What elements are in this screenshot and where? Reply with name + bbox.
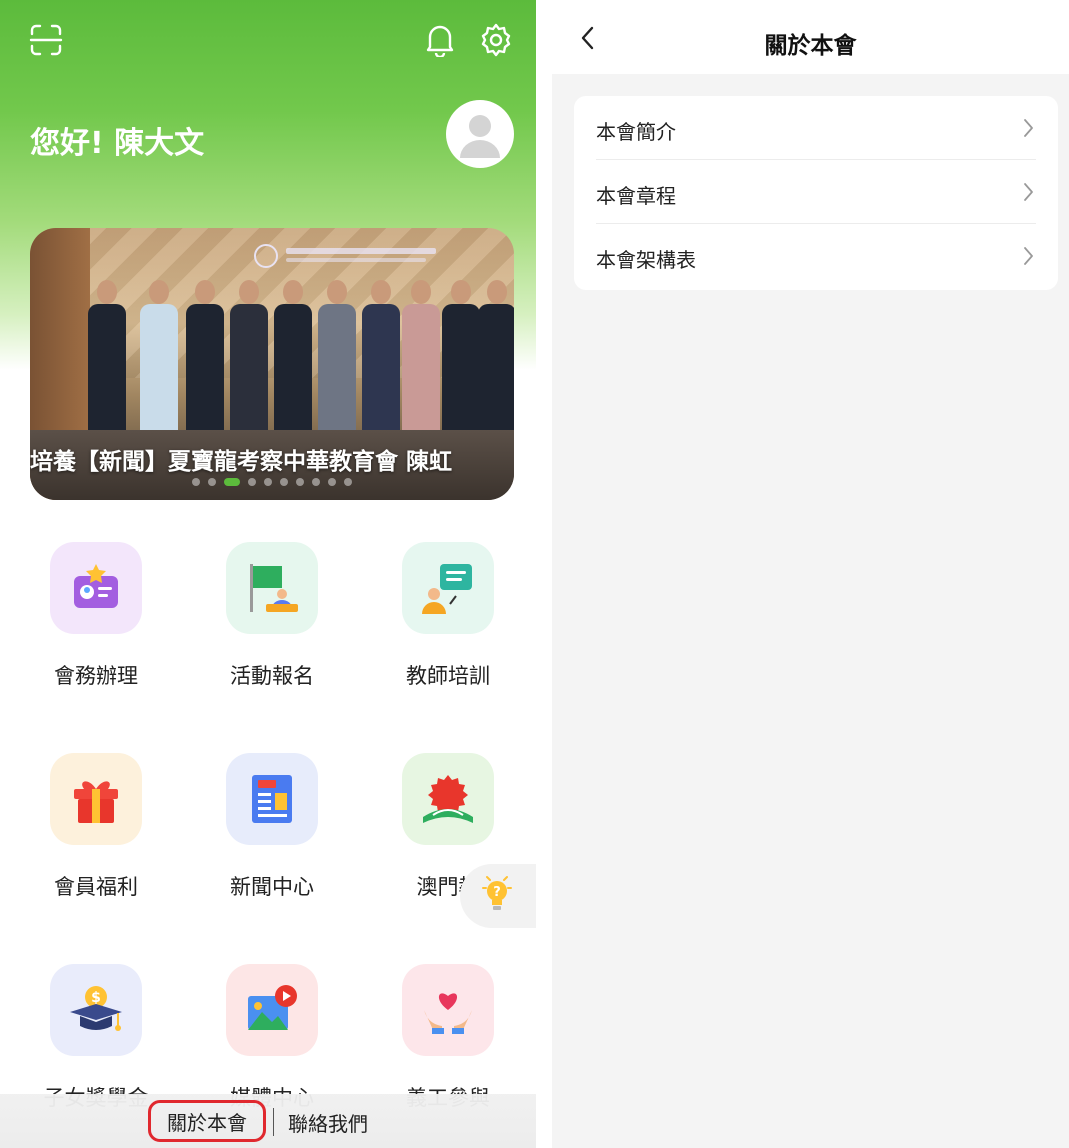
tile-label: 會員福利 — [54, 875, 138, 899]
tile-member-benefits[interactable]: 會員福利 — [26, 753, 166, 913]
volunteer-icon — [402, 964, 494, 1056]
gift-icon — [50, 753, 142, 845]
member-card-icon — [50, 542, 142, 634]
carousel-dot[interactable] — [264, 478, 272, 486]
banner-caption: 培養【新聞】夏寶龍考察中華教育會 陳虹 — [30, 449, 453, 475]
menu-item-label: 本會架構表 — [596, 248, 696, 272]
banner-logo-icon — [252, 242, 452, 270]
carousel-dot[interactable] — [280, 478, 288, 486]
menu-item-introduction[interactable]: 本會簡介 — [574, 96, 1058, 160]
carousel-dot[interactable] — [296, 478, 304, 486]
banner-person — [88, 280, 126, 430]
svg-text:$: $ — [91, 990, 101, 1006]
menu-item-organization-chart[interactable]: 本會架構表 — [574, 224, 1058, 288]
carousel-dot[interactable] — [224, 478, 240, 486]
menu-item-constitution[interactable]: 本會章程 — [574, 160, 1058, 224]
carousel-dot[interactable] — [192, 478, 200, 486]
about-menu-list: 本會簡介 本會章程 本會架構表 — [574, 96, 1058, 290]
greeting-text: 您好! 陳大文 — [30, 126, 205, 161]
avatar[interactable] — [446, 100, 514, 168]
tile-label: 活動報名 — [230, 664, 314, 688]
education-icon — [402, 753, 494, 845]
tile-teacher-training[interactable]: 教師培訓 — [378, 542, 518, 702]
contact-us-link[interactable]: 聯絡我們 — [288, 1108, 368, 1137]
media-icon — [226, 964, 318, 1056]
svg-text:?: ? — [493, 885, 501, 900]
menu-item-label: 本會簡介 — [596, 120, 676, 144]
banner-person — [274, 280, 312, 430]
about-screen: 關於本會 本會簡介 本會章程 本會架構表 — [552, 0, 1069, 1148]
tile-label: 新聞中心 — [230, 875, 314, 899]
about-us-link[interactable]: 關於本會 — [148, 1100, 266, 1142]
bell-icon[interactable] — [420, 20, 460, 60]
gear-icon[interactable] — [476, 20, 516, 60]
banner-person — [402, 280, 440, 430]
flag-icon — [226, 542, 318, 634]
home-screen: 您好! 陳大文 培養【新聞】夏寶龍考察中華教育會 陳虹 會務辦理 活動報名 教師… — [0, 0, 536, 1148]
carousel-dot[interactable] — [312, 478, 320, 486]
help-button[interactable]: ? — [460, 864, 536, 928]
carousel-dot[interactable] — [344, 478, 352, 486]
carousel-dot[interactable] — [248, 478, 256, 486]
lightbulb-question-icon: ? — [482, 874, 512, 918]
news-icon — [226, 753, 318, 845]
banner-person — [318, 280, 356, 430]
banner-person — [478, 280, 514, 430]
carousel-dot[interactable] — [328, 478, 336, 486]
carousel-dots — [30, 478, 514, 486]
tile-label: 會務辦理 — [54, 664, 138, 688]
banner-person — [140, 280, 178, 430]
scholarship-icon: $ — [50, 964, 142, 1056]
tile-event-registration[interactable]: 活動報名 — [202, 542, 342, 702]
top-bar — [0, 20, 536, 60]
banner-person — [442, 280, 480, 430]
banner-person — [362, 280, 400, 430]
carousel-dot[interactable] — [208, 478, 216, 486]
panel-gap — [536, 0, 552, 1148]
banner-person — [186, 280, 224, 430]
page-title: 關於本會 — [764, 33, 857, 59]
news-banner-carousel[interactable]: 培養【新聞】夏寶龍考察中華教育會 陳虹 — [30, 228, 514, 500]
tile-member-affairs[interactable]: 會務辦理 — [26, 542, 166, 702]
scan-icon[interactable] — [26, 20, 66, 60]
chevron-right-icon — [1020, 116, 1036, 140]
chevron-right-icon — [1020, 244, 1036, 268]
bottom-link-bar: 關於本會 聯絡我們 — [0, 1094, 536, 1148]
tile-label: 教師培訓 — [406, 664, 490, 688]
banner-person — [230, 280, 268, 430]
menu-item-label: 本會章程 — [596, 184, 676, 208]
link-divider — [273, 1108, 274, 1136]
nav-bar: 關於本會 — [552, 0, 1069, 74]
teacher-icon — [402, 542, 494, 634]
chevron-right-icon — [1020, 180, 1036, 204]
tile-news-center[interactable]: 新聞中心 — [202, 753, 342, 913]
